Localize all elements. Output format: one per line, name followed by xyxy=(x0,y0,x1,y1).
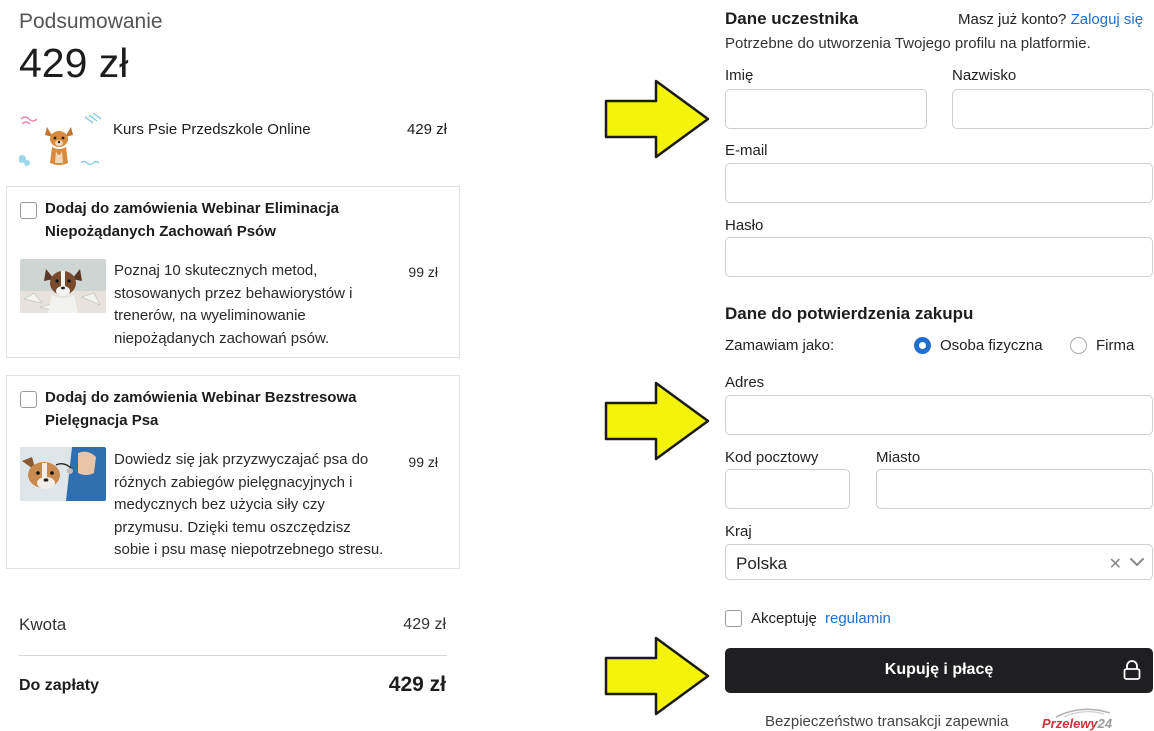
przelewy24-text: Przelewy24 xyxy=(1042,716,1112,731)
email-field[interactable] xyxy=(725,163,1153,203)
addon-checkbox[interactable] xyxy=(20,391,37,408)
product-name: Kurs Psie Przedszkole Online xyxy=(113,121,311,138)
product-row: Kurs Psie Przedszkole Online 429 zł xyxy=(19,113,449,171)
city-field[interactable] xyxy=(876,469,1153,509)
addon-description: Poznaj 10 skutecznych metod, stosowanych… xyxy=(114,262,353,347)
have-account-text: Masz już konto? xyxy=(958,11,1067,28)
country-select[interactable]: Polska ✕ xyxy=(725,544,1153,580)
country-label: Kraj xyxy=(725,523,752,540)
pay-value: 429 zł xyxy=(388,673,446,696)
dog-photo-icon xyxy=(20,259,106,313)
addon-price: 99 zł xyxy=(408,454,438,470)
login-link[interactable]: Zaloguj się xyxy=(1071,11,1144,28)
addon-title: Dodaj do zamówienia Webinar Eliminacja N… xyxy=(45,200,339,240)
przelewy-text: Przelewy xyxy=(1042,716,1098,731)
email-label: E-mail xyxy=(725,142,768,159)
terms-checkbox[interactable] xyxy=(725,610,742,627)
address-field[interactable] xyxy=(725,395,1153,435)
close-icon[interactable]: ✕ xyxy=(1109,554,1122,574)
first-name-label: Imię xyxy=(725,67,754,84)
terms-link[interactable]: regulamin xyxy=(825,610,891,627)
pay-label: Do zapłaty xyxy=(19,677,100,694)
p24-number: 24 xyxy=(1097,716,1113,731)
totals-divider xyxy=(19,655,447,656)
buy-button-label: Kupuję i płacę xyxy=(884,661,994,678)
terms-text: Akceptuję xyxy=(751,610,817,627)
buy-button[interactable]: Kupuję i płacę xyxy=(725,648,1153,693)
dog-illustration-icon xyxy=(19,113,102,166)
postal-code-label: Kod pocztowy xyxy=(725,449,819,466)
summary-title: Podsumowanie xyxy=(19,10,163,33)
arrow-icon xyxy=(604,636,710,716)
country-value: Polska xyxy=(736,554,788,573)
last-name-label: Nazwisko xyxy=(952,67,1017,84)
participant-section-title: Dane uczestnika xyxy=(725,9,859,28)
przelewy24-logo: Przelewy24 xyxy=(1040,708,1115,731)
address-label: Adres xyxy=(725,374,765,391)
amount-label: Kwota xyxy=(19,615,67,634)
addon-title: Dodaj do zamówienia Webinar Bezstresowa … xyxy=(45,389,357,429)
arrow-icon xyxy=(604,381,710,461)
addon-card-eliminacja: Dodaj do zamówienia Webinar Eliminacja N… xyxy=(6,186,460,358)
amount-value: 429 zł xyxy=(403,616,446,633)
chevron-down-icon[interactable] xyxy=(1128,555,1146,569)
addon-description: Dowiedz się jak przyzwyczajać psa do róż… xyxy=(114,451,384,558)
arrow-icon xyxy=(604,79,710,159)
security-text: Bezpieczeństwo transakcji zapewnia xyxy=(765,713,1009,730)
addon-card-pielegnacja: Dodaj do zamówienia Webinar Bezstresowa … xyxy=(6,375,460,569)
radio-company-label[interactable]: Firma xyxy=(1096,337,1134,354)
order-as-label: Zamawiam jako: xyxy=(725,337,835,354)
lock-icon xyxy=(1123,660,1141,680)
radio-person-label[interactable]: Osoba fizyczna xyxy=(940,337,1043,354)
summary-total: 429 zł xyxy=(19,40,129,86)
addon-price: 99 zł xyxy=(408,264,438,280)
password-field[interactable] xyxy=(725,237,1153,277)
radio-person[interactable] xyxy=(914,337,931,354)
password-label: Hasło xyxy=(725,217,764,234)
participant-subtitle: Potrzebne do utworzenia Twojego profilu … xyxy=(725,35,1091,52)
login-prompt: Masz już konto? Zaloguj się xyxy=(958,11,1143,28)
city-label: Miasto xyxy=(876,449,921,466)
product-price: 429 zł xyxy=(406,121,447,138)
addon-checkbox[interactable] xyxy=(20,202,37,219)
last-name-field[interactable] xyxy=(952,89,1153,129)
radio-company[interactable] xyxy=(1070,337,1087,354)
postal-code-field[interactable] xyxy=(725,469,850,509)
first-name-field[interactable] xyxy=(725,89,927,129)
vet-dog-photo-icon xyxy=(20,447,106,501)
purchase-section-title: Dane do potwierdzenia zakupu xyxy=(725,304,974,323)
